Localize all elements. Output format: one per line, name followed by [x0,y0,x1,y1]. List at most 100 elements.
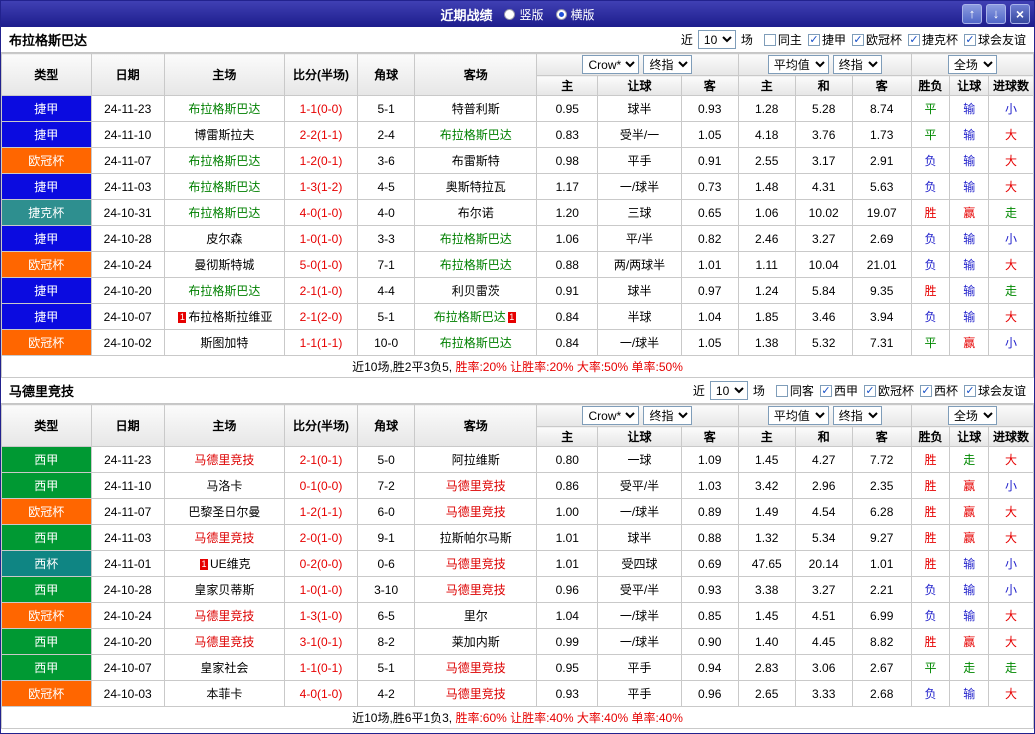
league-badge: 欧冠杯 [1,251,92,278]
corners: 6-0 [357,498,416,525]
team-label: 斯图加特 [200,336,249,350]
match-date: 24-10-07 [90,654,165,681]
avg-away: 2.21 [851,576,912,603]
avg-away: 19.07 [851,199,912,226]
summary-text: 近10场,胜6平1负3, 胜率:60% 让胜率:40% 大率:40% 单率:40… [1,706,1034,729]
bookmaker-select[interactable]: Crow* [582,406,640,425]
odds-away: 0.91 [680,147,739,174]
corners: 5-1 [357,95,416,122]
away-team: 布拉格斯巴达 1 [414,303,538,330]
league-badge: 西甲 [1,524,92,551]
match-row: 西甲 24-11-23 马德里竞技 2-1(0-1) 5-0 阿拉维斯 0.80 一球 1.09… [1,446,1034,473]
filter-checkbox[interactable]: ✓ 西甲 [819,382,858,399]
avg-away: 5.63 [851,173,912,200]
checkbox-icon[interactable]: ✓ [863,384,876,397]
corners: 7-2 [357,472,416,499]
checkbox-icon[interactable]: ✓ [907,33,920,46]
match-rows: 捷甲 24-11-23 布拉格斯巴达 1-1(0-0) 5-1 特普利斯 0.95 球半 0.9… [1,95,1034,356]
close-button[interactable]: × [1010,4,1030,24]
avg-away: 2.69 [851,225,912,252]
filter-checkbox[interactable]: ✓ 欧冠杯 [863,382,914,399]
away-team: 马德里竞技 [414,472,538,499]
avg-stage-select[interactable]: 终指 [832,55,882,74]
radio-icon[interactable] [504,8,516,20]
avg-home: 2.55 [737,147,796,174]
avg-home: 1.06 [737,199,796,226]
odds-stage-select[interactable]: 终指 [643,55,693,74]
checkbox-icon[interactable] [775,384,788,397]
results-table: 类型 日期 主场 比分(半场) 角球 客场 Crow*终指 平均值终指 全场 [1,53,1034,378]
result-goals: 小 [988,576,1034,603]
average-select[interactable]: 平均值 [767,406,829,425]
avg-home: 1.45 [737,602,796,629]
odds-home: 0.95 [536,95,599,122]
team-label: 巴黎圣日尔曼 [188,505,261,519]
checkbox-icon[interactable] [763,33,776,46]
score: 1-2(0-1) [283,147,359,174]
match-row: 捷甲 24-11-10 博雷斯拉夫 2-2(1-1) 2-4 布拉格斯巴达 0.83 受半/一… [1,121,1034,148]
team-label: 布雷斯特 [451,154,500,168]
result-goals: 小 [988,472,1034,499]
scope-select[interactable]: 全场 [947,406,997,425]
checkbox-label: 西杯 [933,384,958,398]
score: 4-0(1-0) [283,199,359,226]
team-label: 利贝雷茨 [451,284,500,298]
home-team: 1 布拉格斯拉维亚 [163,303,285,330]
match-count-select[interactable]: 10 [697,30,736,49]
team-label: 布拉格斯巴达 [439,128,512,142]
bookmaker-select[interactable]: Crow* [582,55,640,74]
filter-checkbox[interactable]: 同客 [775,382,814,399]
avg-draw: 3.33 [794,680,853,707]
checkbox-icon[interactable]: ✓ [963,33,976,46]
view-radio-vertical[interactable]: 竖版 [504,6,544,23]
filter-checkbox[interactable]: ✓ 球会友谊 [963,382,1026,399]
summary-segment: 大率:50% [576,360,632,374]
checkbox-label: 同主 [777,33,802,47]
avg-home: 1.24 [737,277,796,304]
away-team: 马德里竞技 [414,654,538,681]
filters-bar: 近 10 场 同主 ✓ 捷甲 ✓ 欧冠杯 ✓ 捷克杯 ✓ 球会友谊 [681,30,1026,49]
home-team: 曼彻斯特城 [163,251,285,278]
checkbox-icon[interactable]: ✓ [963,384,976,397]
match-date: 24-11-07 [90,498,165,525]
result-handicap: 走 [949,446,990,473]
team-label: 布拉格斯巴达 [188,154,261,168]
match-date: 24-11-03 [90,524,165,551]
match-row: 欧冠杯 24-10-02 斯图加特 1-1(1-1) 10-0 布拉格斯巴达 0.84 一/球… [1,329,1034,356]
filter-checkbox[interactable]: 同主 [763,31,802,48]
match-count-select[interactable]: 10 [709,381,748,400]
radio-icon[interactable] [555,8,567,20]
view-radio-horizontal[interactable]: 横版 [555,6,595,23]
col-date: 日期 [90,53,165,96]
checkbox-icon[interactable]: ✓ [819,384,832,397]
odds-stage-select[interactable]: 终指 [643,406,693,425]
scope-select[interactable]: 全场 [947,55,997,74]
move-down-button[interactable]: ↓ [986,4,1006,24]
checkbox-icon[interactable]: ✓ [851,33,864,46]
result-goals: 走 [988,277,1034,304]
move-up-button[interactable]: ↑ [962,4,982,24]
result-handicap: 赢 [949,329,990,356]
checkbox-icon[interactable]: ✓ [807,33,820,46]
result-outcome: 平 [910,654,951,681]
filter-checkbox[interactable]: ✓ 欧冠杯 [851,31,902,48]
avg-stage-select[interactable]: 终指 [832,406,882,425]
filter-checkbox[interactable]: ✓ 球会友谊 [963,31,1026,48]
home-team: 马德里竞技 [163,446,285,473]
filter-checkbox[interactable]: ✓ 捷甲 [807,31,846,48]
home-team: 皇家社会 [163,654,285,681]
score: 2-2(1-1) [283,121,359,148]
team-label: 皇家社会 [200,661,249,675]
league-badge: 西甲 [1,654,92,681]
filter-checkbox[interactable]: ✓ 捷克杯 [907,31,958,48]
team-label: UE维克 [210,557,251,571]
recent-results-panel: 近期战绩 竖版 横版 ↑ ↓ × 布拉格斯巴达 近 10 场 同主 ✓ 捷甲 ✓… [0,0,1035,734]
summary-segment: 让胜率:20% [510,360,577,374]
checkbox-icon[interactable]: ✓ [919,384,932,397]
average-select[interactable]: 平均值 [767,55,829,74]
match-date: 24-10-24 [90,251,165,278]
filter-checkbox[interactable]: ✓ 西杯 [919,382,958,399]
league-filter-checkboxes: 同客 ✓ 西甲 ✓ 欧冠杯 ✓ 西杯 ✓ 球会友谊 [775,382,1026,399]
result-handicap: 输 [949,121,990,148]
team-label: 特普利斯 [451,102,500,116]
